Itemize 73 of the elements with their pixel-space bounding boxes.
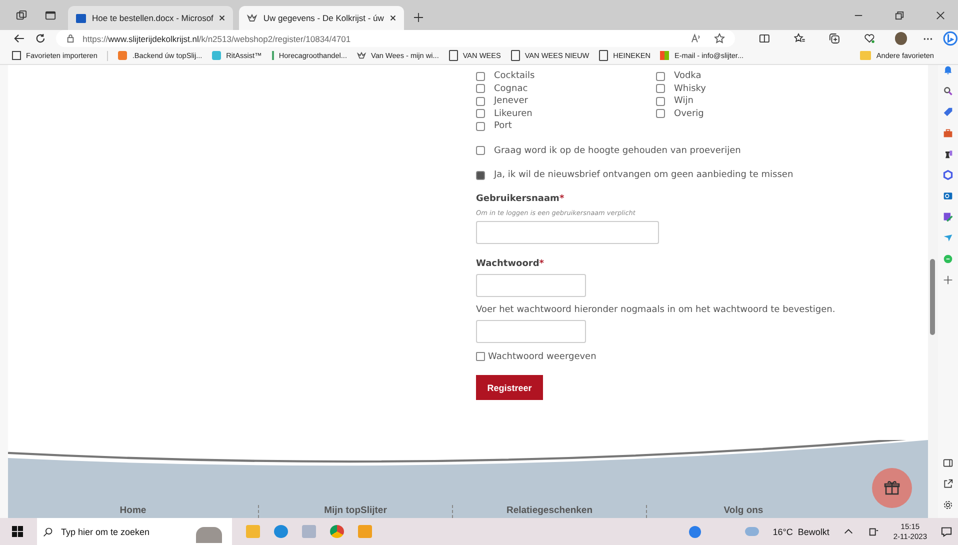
close-tab-icon[interactable]	[390, 15, 396, 21]
profile-avatar[interactable]	[894, 32, 908, 45]
taskbar-search-field[interactable]: Typ hier om te zoeken	[37, 518, 232, 545]
bell-icon[interactable]	[943, 65, 953, 75]
weather-text[interactable]: 16°C Bewolkt	[772, 526, 830, 536]
heart-icon[interactable]	[864, 33, 875, 44]
checkbox-label: Ja, ik wil de nieuwsbrief ontvangen om geen aanbieding te missen	[494, 170, 794, 180]
search-icon	[43, 526, 53, 536]
checkbox-label: Graag word ik op de hoogte gehouden van proeverijen	[494, 146, 741, 156]
windows-start-icon[interactable]	[12, 526, 23, 537]
lock-icon	[66, 34, 75, 43]
checkbox-label: Cocktails	[494, 71, 535, 82]
checkbox[interactable]	[656, 96, 665, 106]
read-aloud-icon[interactable]	[691, 33, 702, 44]
address-bar[interactable]: https://www.slijterijdekolkrijst.nl/k/n2513/webshop2/register/10834/4701	[56, 30, 736, 47]
external-link-icon[interactable]	[943, 479, 953, 489]
search-icon[interactable]	[943, 86, 953, 96]
password-label: Wachtwoord*	[476, 258, 544, 268]
checkbox-label: Whisky	[674, 84, 706, 94]
register-button[interactable]: Registreer	[476, 375, 543, 400]
sidebar-panel-icon[interactable]	[943, 458, 953, 468]
favorites-icon[interactable]	[794, 33, 805, 44]
split-screen-icon[interactable]	[759, 33, 770, 44]
reload-icon[interactable]	[34, 33, 46, 44]
more-icon[interactable]	[923, 36, 934, 40]
checkbox-label: Jenever	[494, 96, 528, 106]
checkbox[interactable]	[476, 72, 485, 81]
crown-icon	[247, 13, 258, 23]
checkbox-label: Wachtwoord weergeven	[488, 352, 596, 362]
checkbox-label: Cognac	[494, 84, 528, 94]
checkbox[interactable]	[656, 84, 665, 94]
paper-plane-icon[interactable]	[943, 233, 953, 243]
gift-icon	[884, 480, 900, 496]
network-icon[interactable]	[868, 526, 880, 537]
checkbox-label: Wijn	[674, 96, 694, 106]
username-label: Gebruikersnaam*	[476, 194, 564, 204]
crown-icon	[357, 51, 366, 60]
new-tab-icon[interactable]	[414, 13, 423, 22]
password-input[interactable]	[476, 274, 586, 296]
back-arrow-icon[interactable]	[14, 33, 25, 44]
checkbox[interactable]	[476, 170, 485, 180]
chess-icon[interactable]	[943, 149, 953, 159]
checkbox-label: Likeuren	[494, 108, 532, 119]
checkbox[interactable]	[476, 96, 485, 106]
checkbox[interactable]	[476, 109, 485, 118]
footer-link[interactable]: Home	[8, 505, 258, 518]
checkbox[interactable]	[476, 352, 485, 362]
add-icon[interactable]	[943, 275, 953, 285]
confirm-instruction: Voer het wachtwoord hieronder nogmaals in om het wachtwoord te bevestigen.	[476, 304, 836, 314]
close-tab-icon[interactable]	[219, 15, 226, 21]
checkbox[interactable]	[656, 109, 665, 118]
tab-actions-icon[interactable]	[45, 10, 56, 21]
checkbox[interactable]	[656, 72, 665, 81]
tag-icon[interactable]	[943, 107, 953, 117]
workspaces-icon[interactable]	[16, 10, 27, 21]
checkbox-label: Vodka	[674, 71, 702, 82]
browser-tab[interactable]: Hoe te bestellen.docx - Microsof	[68, 6, 234, 30]
restore-icon[interactable]	[895, 11, 904, 20]
checkbox-label: Port	[494, 121, 512, 132]
notification-icon[interactable]	[941, 526, 952, 537]
collections-icon[interactable]	[828, 33, 840, 44]
checkbox[interactable]	[476, 146, 485, 156]
checkbox[interactable]	[476, 84, 485, 94]
username-input[interactable]	[476, 220, 659, 244]
settings-icon[interactable]	[943, 500, 953, 510]
toolbox-icon[interactable]	[943, 128, 953, 138]
confirm-password-input[interactable]	[476, 320, 586, 342]
star-icon[interactable]	[714, 33, 726, 44]
close-icon[interactable]	[936, 11, 945, 20]
hexagon-icon[interactable]	[943, 170, 953, 180]
checkbox-label: Overig	[674, 108, 704, 119]
checkbox[interactable]	[476, 122, 485, 131]
browser-tab[interactable]: Uw gegevens - De Kolkrijst - úw	[239, 6, 404, 30]
